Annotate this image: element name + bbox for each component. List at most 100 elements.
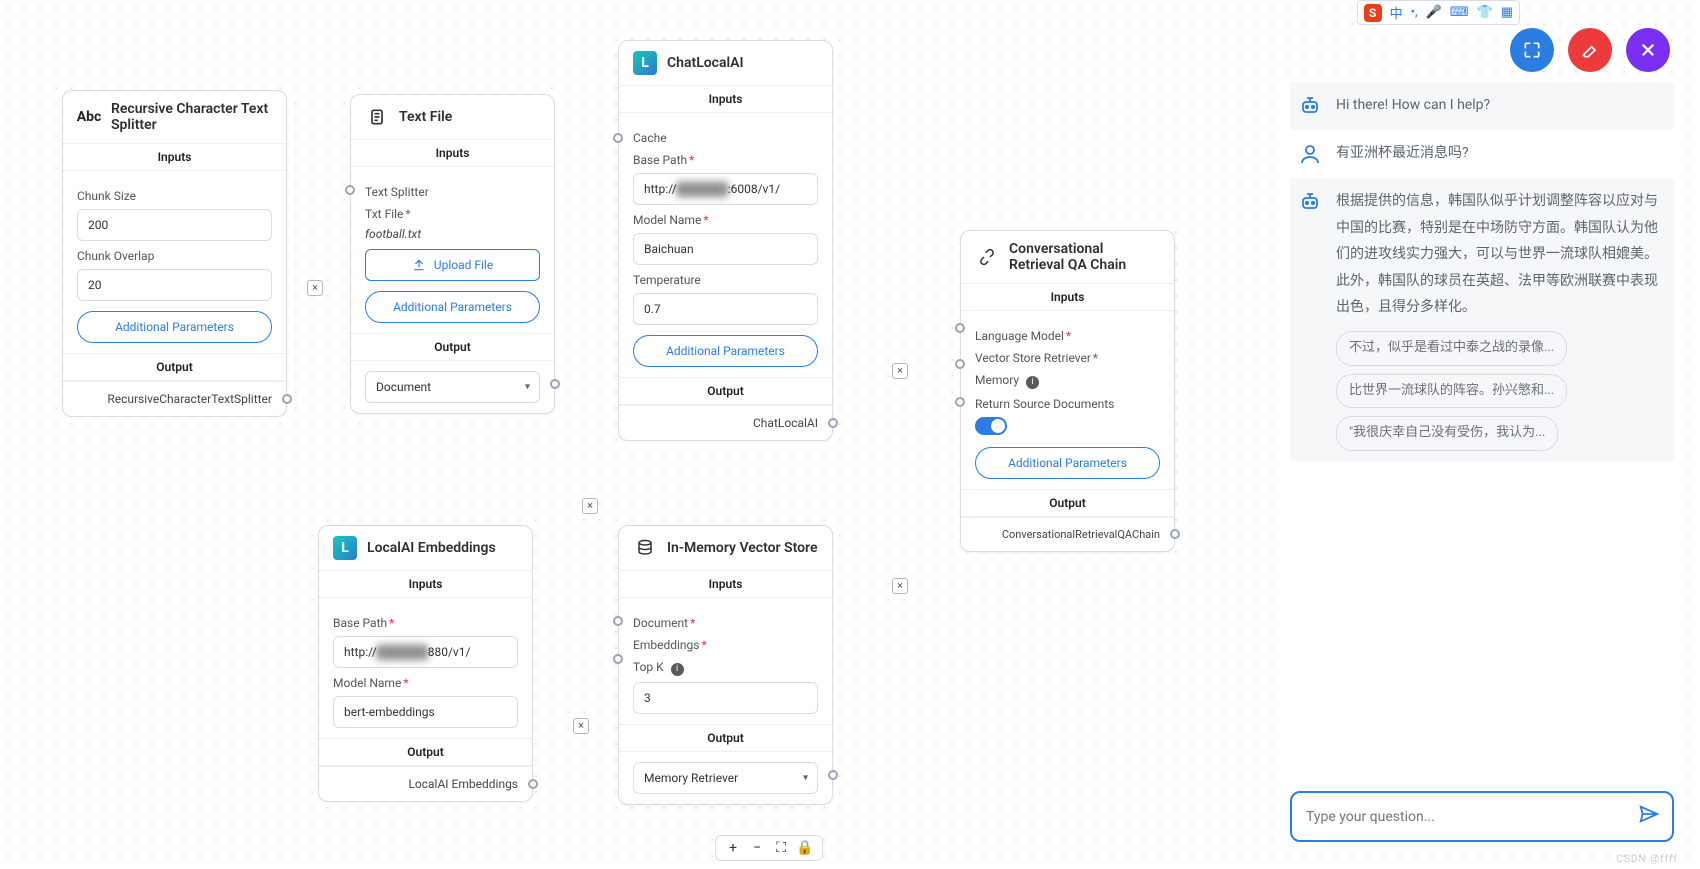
clear-button[interactable] bbox=[1568, 28, 1612, 72]
edge-delete-1[interactable]: × bbox=[307, 280, 323, 296]
base-path-input[interactable]: http://██████880/v1/ bbox=[333, 636, 518, 668]
cache-label: Cache bbox=[633, 131, 818, 145]
base-path-label: Base Path bbox=[333, 616, 387, 630]
ime-keyboard-icon[interactable]: ⌨ bbox=[1450, 5, 1469, 20]
output-select[interactable] bbox=[633, 762, 818, 794]
output-name: LocalAI Embeddings bbox=[319, 766, 532, 801]
lm-handle[interactable] bbox=[955, 323, 965, 333]
model-name-input[interactable] bbox=[633, 233, 818, 265]
txt-file-label: Txt File bbox=[365, 207, 403, 221]
ime-punctuation-icon[interactable]: •, bbox=[1411, 5, 1418, 20]
send-button[interactable] bbox=[1638, 803, 1660, 830]
clipboard-icon bbox=[365, 105, 389, 129]
edge-delete-5[interactable]: × bbox=[892, 578, 908, 594]
edge-delete-4[interactable]: × bbox=[892, 363, 908, 379]
zoom-in-button[interactable]: + bbox=[724, 840, 742, 856]
zoom-out-button[interactable]: − bbox=[748, 840, 766, 856]
chevron-down-icon: ▾ bbox=[525, 382, 530, 393]
bot-avatar-icon bbox=[1296, 92, 1324, 120]
node-title: Conversational Retrieval QA Chain bbox=[1009, 241, 1160, 273]
chain-icon bbox=[975, 245, 999, 269]
chat-message-bot: Hi there! How can I help? bbox=[1290, 82, 1674, 130]
output-handle[interactable] bbox=[828, 418, 838, 428]
document-port-label: Document bbox=[633, 616, 688, 630]
output-handle[interactable] bbox=[828, 770, 838, 780]
output-handle[interactable] bbox=[1170, 529, 1180, 539]
output-label: Output bbox=[619, 377, 832, 405]
edge-delete-2[interactable]: × bbox=[582, 498, 598, 514]
cache-handle[interactable] bbox=[613, 133, 623, 143]
output-label: Output bbox=[351, 333, 554, 361]
chat-panel: Hi there! How can I help? 有亚洲杯最近消息吗? 根据提… bbox=[1282, 78, 1682, 850]
expand-icon bbox=[1522, 40, 1542, 60]
additional-params-button[interactable]: Additional Parameters bbox=[77, 311, 272, 343]
output-label: Output bbox=[63, 353, 286, 381]
ime-lang[interactable]: 中 bbox=[1390, 3, 1403, 22]
return-source-toggle[interactable] bbox=[975, 417, 1007, 435]
additional-params-button[interactable]: Additional Parameters bbox=[633, 335, 818, 367]
chunk-size-input[interactable] bbox=[77, 209, 272, 241]
bot-answer: 根据提供的信息，韩国队似乎计划调整阵容以应对与中国的比赛，特别是在中场防守方面。… bbox=[1336, 188, 1668, 321]
chat-message-user: 有亚洲杯最近消息吗? bbox=[1290, 130, 1674, 178]
output-name: ConversationalRetrievalQAChain bbox=[961, 517, 1174, 551]
localai-icon: L bbox=[333, 536, 357, 560]
chat-input[interactable] bbox=[1304, 808, 1638, 826]
output-name: RecursiveCharacterTextSplitter bbox=[63, 381, 286, 416]
output-name: ChatLocalAI bbox=[619, 405, 832, 440]
upload-icon bbox=[412, 258, 426, 272]
required-mark: * bbox=[689, 153, 694, 167]
required-mark: * bbox=[1093, 351, 1098, 365]
temperature-input[interactable] bbox=[633, 293, 818, 325]
fit-view-button[interactable]: ⛶ bbox=[772, 840, 790, 856]
lock-button[interactable]: 🔒 bbox=[796, 840, 814, 856]
node-local-embeddings[interactable]: L LocalAI Embeddings Inputs Base Path* h… bbox=[318, 525, 533, 802]
output-handle[interactable] bbox=[528, 779, 538, 789]
node-vector-store[interactable]: In-Memory Vector Store Inputs Document* … bbox=[618, 525, 833, 805]
model-name-input[interactable] bbox=[333, 696, 518, 728]
node-text-splitter[interactable]: Abc Recursive Character Text Splitter In… bbox=[62, 90, 287, 417]
additional-params-button[interactable]: Additional Parameters bbox=[975, 447, 1160, 479]
ime-voice-icon[interactable]: 🎤 bbox=[1426, 5, 1442, 20]
required-mark: * bbox=[703, 213, 708, 227]
node-chat-local-ai[interactable]: L ChatLocalAI Inputs Cache Base Path* ht… bbox=[618, 40, 833, 441]
node-qa-chain[interactable]: Conversational Retrieval QA Chain Inputs… bbox=[960, 230, 1175, 552]
output-select[interactable] bbox=[365, 371, 540, 403]
inputs-label: Inputs bbox=[319, 570, 532, 598]
source-chip[interactable]: "我很庆幸自己没有受伤，我认为... bbox=[1336, 416, 1558, 451]
user-avatar-icon bbox=[1296, 140, 1324, 168]
chat-input-container bbox=[1290, 791, 1674, 842]
node-text-file[interactable]: Text File Inputs Text Splitter Txt File*… bbox=[350, 94, 555, 414]
source-chip[interactable]: 不过，似乎是看过中泰之战的录像... bbox=[1336, 331, 1567, 366]
node-title: Text File bbox=[399, 109, 452, 125]
output-handle[interactable] bbox=[282, 394, 292, 404]
model-name-label: Model Name bbox=[633, 213, 701, 227]
retriever-port-label: Vector Store Retriever bbox=[975, 351, 1091, 365]
source-chip[interactable]: 比世界一流球队的阵容。孙兴慜和... bbox=[1336, 374, 1567, 409]
ime-status-bar[interactable]: S 中 •, 🎤 ⌨ 👕 ▦ bbox=[1357, 0, 1520, 25]
top-k-input[interactable] bbox=[633, 682, 818, 714]
text-splitter-handle[interactable] bbox=[345, 185, 355, 195]
edge-delete-3[interactable]: × bbox=[573, 718, 589, 734]
memory-handle[interactable] bbox=[955, 397, 965, 407]
output-label: Output bbox=[619, 724, 832, 752]
watermark: CSDN @ffff bbox=[1616, 854, 1678, 865]
temperature-label: Temperature bbox=[633, 273, 818, 287]
embeddings-handle[interactable] bbox=[613, 654, 623, 664]
retriever-handle[interactable] bbox=[955, 359, 965, 369]
send-icon bbox=[1638, 803, 1660, 825]
additional-params-button[interactable]: Additional Parameters bbox=[365, 291, 540, 323]
ime-toolbox-icon[interactable]: ▦ bbox=[1501, 5, 1513, 20]
upload-label: Upload File bbox=[434, 258, 493, 272]
expand-button[interactable] bbox=[1510, 28, 1554, 72]
chunk-overlap-input[interactable] bbox=[77, 269, 272, 301]
ime-skin-icon[interactable]: 👕 bbox=[1477, 5, 1493, 20]
info-icon[interactable]: i bbox=[671, 663, 684, 676]
eraser-icon bbox=[1580, 40, 1600, 60]
document-handle[interactable] bbox=[613, 616, 623, 626]
close-button[interactable] bbox=[1626, 28, 1670, 72]
info-icon[interactable]: i bbox=[1026, 376, 1039, 389]
output-handle[interactable] bbox=[550, 379, 560, 389]
base-path-input[interactable]: http://██████:6008/v1/ bbox=[633, 173, 818, 205]
upload-file-button[interactable]: Upload File bbox=[365, 249, 540, 281]
base-path-label: Base Path bbox=[633, 153, 687, 167]
